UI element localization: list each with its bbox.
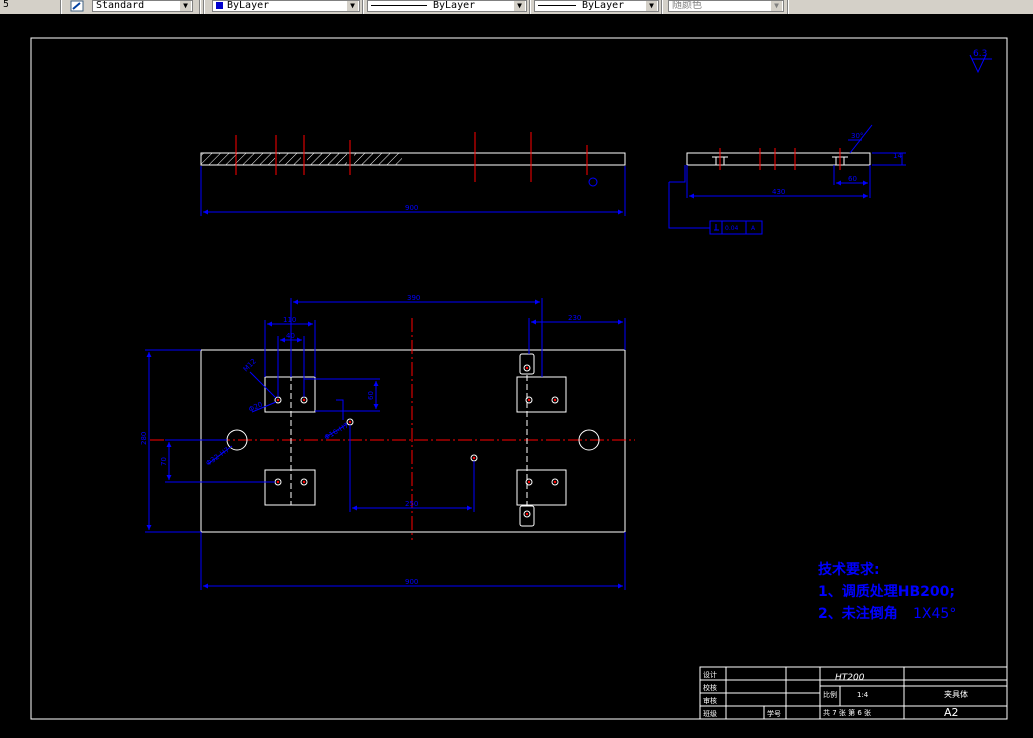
section-hatch — [279, 153, 301, 165]
toolbar-separator — [199, 0, 201, 14]
color-dropdown[interactable]: ByLayer ▼ — [212, 0, 360, 12]
roughness-value: 6.3 — [973, 49, 987, 59]
tb-checker-label: 校核 — [703, 683, 717, 692]
dim-thickness: 14 — [893, 152, 902, 160]
dim-plan-bottom-mid: 250 — [405, 500, 418, 508]
tb-sheet-size: A2 — [944, 706, 959, 719]
toolbar-separator — [362, 0, 364, 14]
tb-number-label: 学号 — [767, 709, 781, 718]
toolbar-separator — [60, 0, 62, 14]
dim-angle: 30° — [851, 132, 863, 140]
linetype-value: ByLayer — [433, 0, 476, 11]
lineweight-dropdown[interactable]: ByLayer ▼ — [534, 0, 659, 12]
tb-designer-label: 设计 — [703, 670, 717, 679]
chevron-down-icon[interactable]: ▼ — [347, 1, 358, 11]
chevron-down-icon[interactable]: ▼ — [646, 1, 657, 11]
tb-material: HT200 — [835, 673, 865, 683]
lineweight-value: ByLayer — [582, 0, 625, 11]
dim-side-length: 900 — [405, 204, 418, 212]
tech-title: 技术要求: — [818, 561, 880, 578]
section-hatch — [307, 153, 347, 165]
text-style-value: Standard — [96, 0, 145, 11]
tb-scale-label: 比例 — [823, 690, 837, 699]
drawing-canvas[interactable]: 6.3 900 30° 14 60 430 0.04 A 390 230 110… — [0, 14, 1033, 738]
tolerance-value: 0.04 — [725, 225, 739, 232]
dim-plan-top: 390 — [407, 294, 420, 302]
dim-plan-right-mid: 60 — [367, 391, 375, 400]
color-value: ByLayer — [227, 0, 270, 11]
toolbar-separator — [661, 0, 663, 14]
dim-plan-height: 280 — [140, 432, 148, 445]
dim-plan-bottom-total: 900 — [405, 578, 418, 586]
section-hatch — [201, 153, 275, 165]
text-style-dropdown[interactable]: Standard ▼ — [92, 0, 193, 12]
toolbar-left-fragment: 5 — [0, 0, 8, 12]
tech-line-2: 2、未注倒角 — [818, 605, 898, 622]
chevron-down-icon[interactable]: ▼ — [180, 1, 191, 11]
linetype-dropdown[interactable]: ByLayer ▼ — [367, 0, 527, 12]
plot-style-dropdown[interactable]: 随颜色 ▼ — [668, 0, 784, 12]
tb-approver-label: 审核 — [703, 696, 717, 705]
chevron-down-icon[interactable]: ▼ — [514, 1, 525, 11]
dim-plan-right-top: 230 — [568, 314, 581, 322]
tech-line-1: 1、调质处理HB200; — [818, 583, 955, 600]
dim-plan-left-mid: 70 — [160, 457, 168, 466]
properties-toolbar: 5 Standard ▼ ByLayer ▼ ByLayer ▼ ByLayer… — [0, 0, 1033, 15]
dim-plan-left-top: 110 — [283, 316, 296, 324]
lineweight-sample-icon — [538, 4, 576, 6]
plot-style-value: 随颜色 — [672, 0, 702, 11]
dim-plan-left-small: 40 — [286, 332, 295, 340]
dim-small: 60 — [848, 175, 857, 183]
toolbar-separator — [529, 0, 531, 14]
color-swatch-icon — [216, 1, 223, 9]
tb-class-label: 班级 — [703, 709, 717, 718]
linetype-sample-icon — [371, 4, 427, 6]
toolbar-separator — [787, 0, 789, 14]
text-style-icon[interactable] — [70, 0, 84, 12]
model-space-background — [0, 14, 1033, 738]
tb-sheet: 共 7 张 第 6 张 — [823, 708, 871, 717]
section-hatch — [354, 153, 402, 165]
chevron-down-icon[interactable]: ▼ — [771, 1, 782, 11]
tb-part-name: 夹具体 — [944, 689, 968, 699]
toolbar-separator — [203, 0, 205, 14]
dim-section-length: 430 — [772, 188, 785, 196]
tb-scale-value: 1:4 — [857, 691, 869, 699]
tech-line-2-value: 1X45° — [913, 606, 956, 622]
